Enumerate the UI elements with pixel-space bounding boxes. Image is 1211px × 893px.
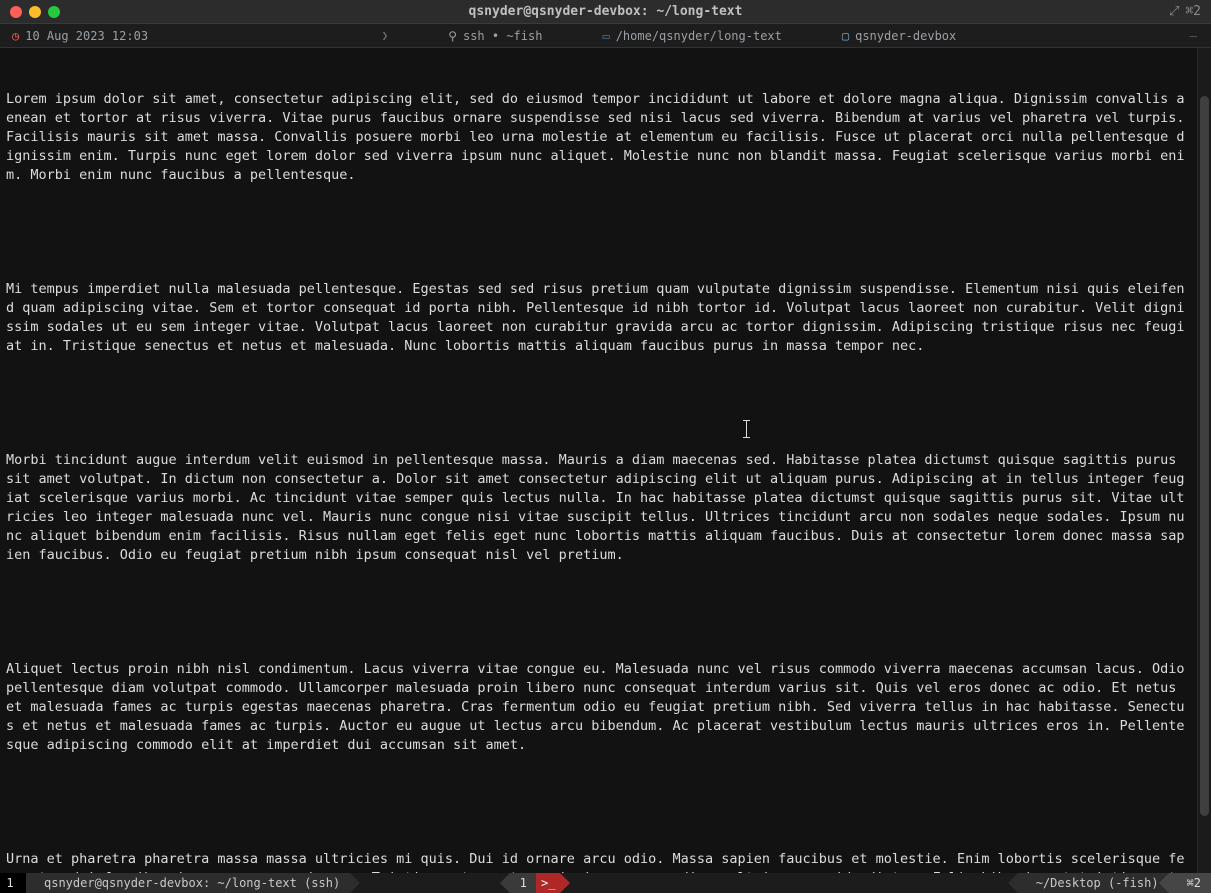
status-blank <box>350 873 510 893</box>
window-title: qsnyder@qsnyder-devbox: ~/long-text <box>0 4 1211 19</box>
timestamp-text: 10 Aug 2023 12:03 <box>25 29 148 43</box>
host-label: qsnyder-devbox <box>855 29 956 43</box>
pane-indicator[interactable]: 1 <box>510 873 536 893</box>
traffic-lights <box>0 6 60 18</box>
scrollbar-thumb[interactable] <box>1200 96 1209 816</box>
info-bar: ◷ 10 Aug 2023 12:03 ❯ ⚲ ssh • ~fish ▭ /h… <box>0 24 1211 48</box>
ssh-label: ssh • ~fish <box>463 29 542 43</box>
status-session[interactable]: ⌘2 <box>1169 873 1211 893</box>
timestamp: ◷ 10 Aug 2023 12:03 <box>0 29 148 43</box>
close-icon[interactable] <box>10 6 22 18</box>
session-badge: ⌘2 <box>1185 4 1201 19</box>
terminal-wrap: Lorem ipsum dolor sit amet, consectetur … <box>0 48 1211 873</box>
monitor-icon: ▢ <box>842 29 849 43</box>
app-window: qsnyder@qsnyder-devbox: ~/long-text ⤢ ⌘2… <box>0 0 1211 893</box>
status-bar: 1 qsnyder@qsnyder-devbox: ~/long-text (s… <box>0 873 1211 893</box>
path-label: /home/qsnyder/long-text <box>616 29 782 43</box>
folder-icon: ▭ <box>602 29 609 43</box>
terminal-output[interactable]: Lorem ipsum dolor sit amet, consectetur … <box>0 48 1197 873</box>
link-icon: ⚲ <box>448 29 457 43</box>
text-cursor-icon <box>746 420 747 438</box>
dash-text: — <box>1190 29 1197 43</box>
titlebar: qsnyder@qsnyder-devbox: ~/long-text ⤢ ⌘2 <box>0 0 1211 24</box>
minimize-icon[interactable] <box>29 6 41 18</box>
scrollbar[interactable] <box>1197 48 1211 873</box>
window-index[interactable]: 1 <box>0 873 26 893</box>
status-path[interactable]: ~/Desktop (-fish) <box>1018 873 1169 893</box>
ssh-chip[interactable]: ⚲ ssh • ~fish <box>448 29 542 43</box>
window-name[interactable]: qsnyder@qsnyder-devbox: ~/long-text (ssh… <box>26 873 350 893</box>
terminal-icon[interactable]: >_ <box>536 873 560 893</box>
tabbar-right-dash: — <box>1190 29 1211 43</box>
status-spacer <box>560 873 1018 893</box>
clock-icon: ◷ <box>12 29 19 43</box>
expand-icon[interactable]: ⤢ <box>1169 4 1179 19</box>
text-paragraph: Urna et pharetra pharetra massa massa ul… <box>6 850 1191 873</box>
prompt-arrow-icon: ❯ <box>382 29 389 42</box>
text-paragraph: Aliquet lectus proin nibh nisl condiment… <box>6 660 1191 755</box>
path-chip[interactable]: ▭ /home/qsnyder/long-text <box>602 29 781 43</box>
maximize-icon[interactable] <box>48 6 60 18</box>
text-paragraph: Mi tempus imperdiet nulla malesuada pell… <box>6 280 1191 356</box>
host-chip[interactable]: ▢ qsnyder-devbox <box>842 29 956 43</box>
text-paragraph: Morbi tincidunt augue interdum velit eui… <box>6 451 1191 565</box>
titlebar-right: ⤢ ⌘2 <box>1169 4 1211 19</box>
text-paragraph: Lorem ipsum dolor sit amet, consectetur … <box>6 90 1191 185</box>
